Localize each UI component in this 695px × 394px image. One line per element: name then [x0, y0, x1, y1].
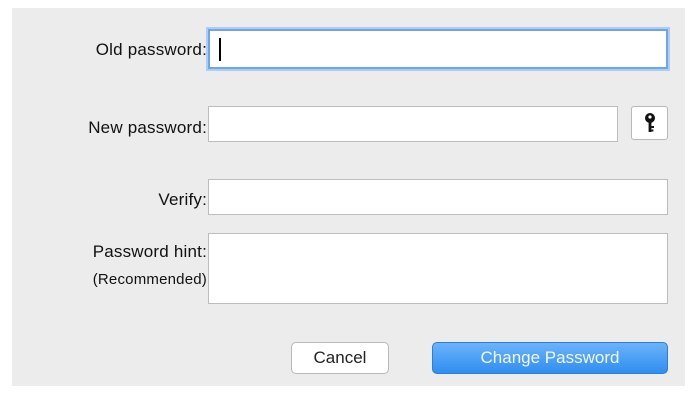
old-password-field[interactable] — [208, 29, 668, 69]
password-hint-label: Password hint: — [92, 242, 207, 261]
cancel-button[interactable]: Cancel — [291, 342, 389, 374]
text-caret — [219, 38, 221, 61]
verify-label: Verify: — [158, 190, 207, 209]
verify-field[interactable] — [208, 179, 668, 215]
old-password-label: Old password: — [95, 40, 207, 59]
change-password-button[interactable]: Change Password — [432, 342, 668, 374]
password-hint-field[interactable] — [208, 233, 668, 304]
new-password-field[interactable] — [208, 106, 618, 142]
change-password-dialog: Old password: New password: Verify: Pass… — [12, 8, 685, 386]
password-hint-sublabel: (Recommended) — [92, 271, 207, 288]
password-assistant-button[interactable] — [631, 106, 668, 140]
new-password-label: New password: — [88, 118, 207, 137]
key-icon — [644, 113, 655, 132]
